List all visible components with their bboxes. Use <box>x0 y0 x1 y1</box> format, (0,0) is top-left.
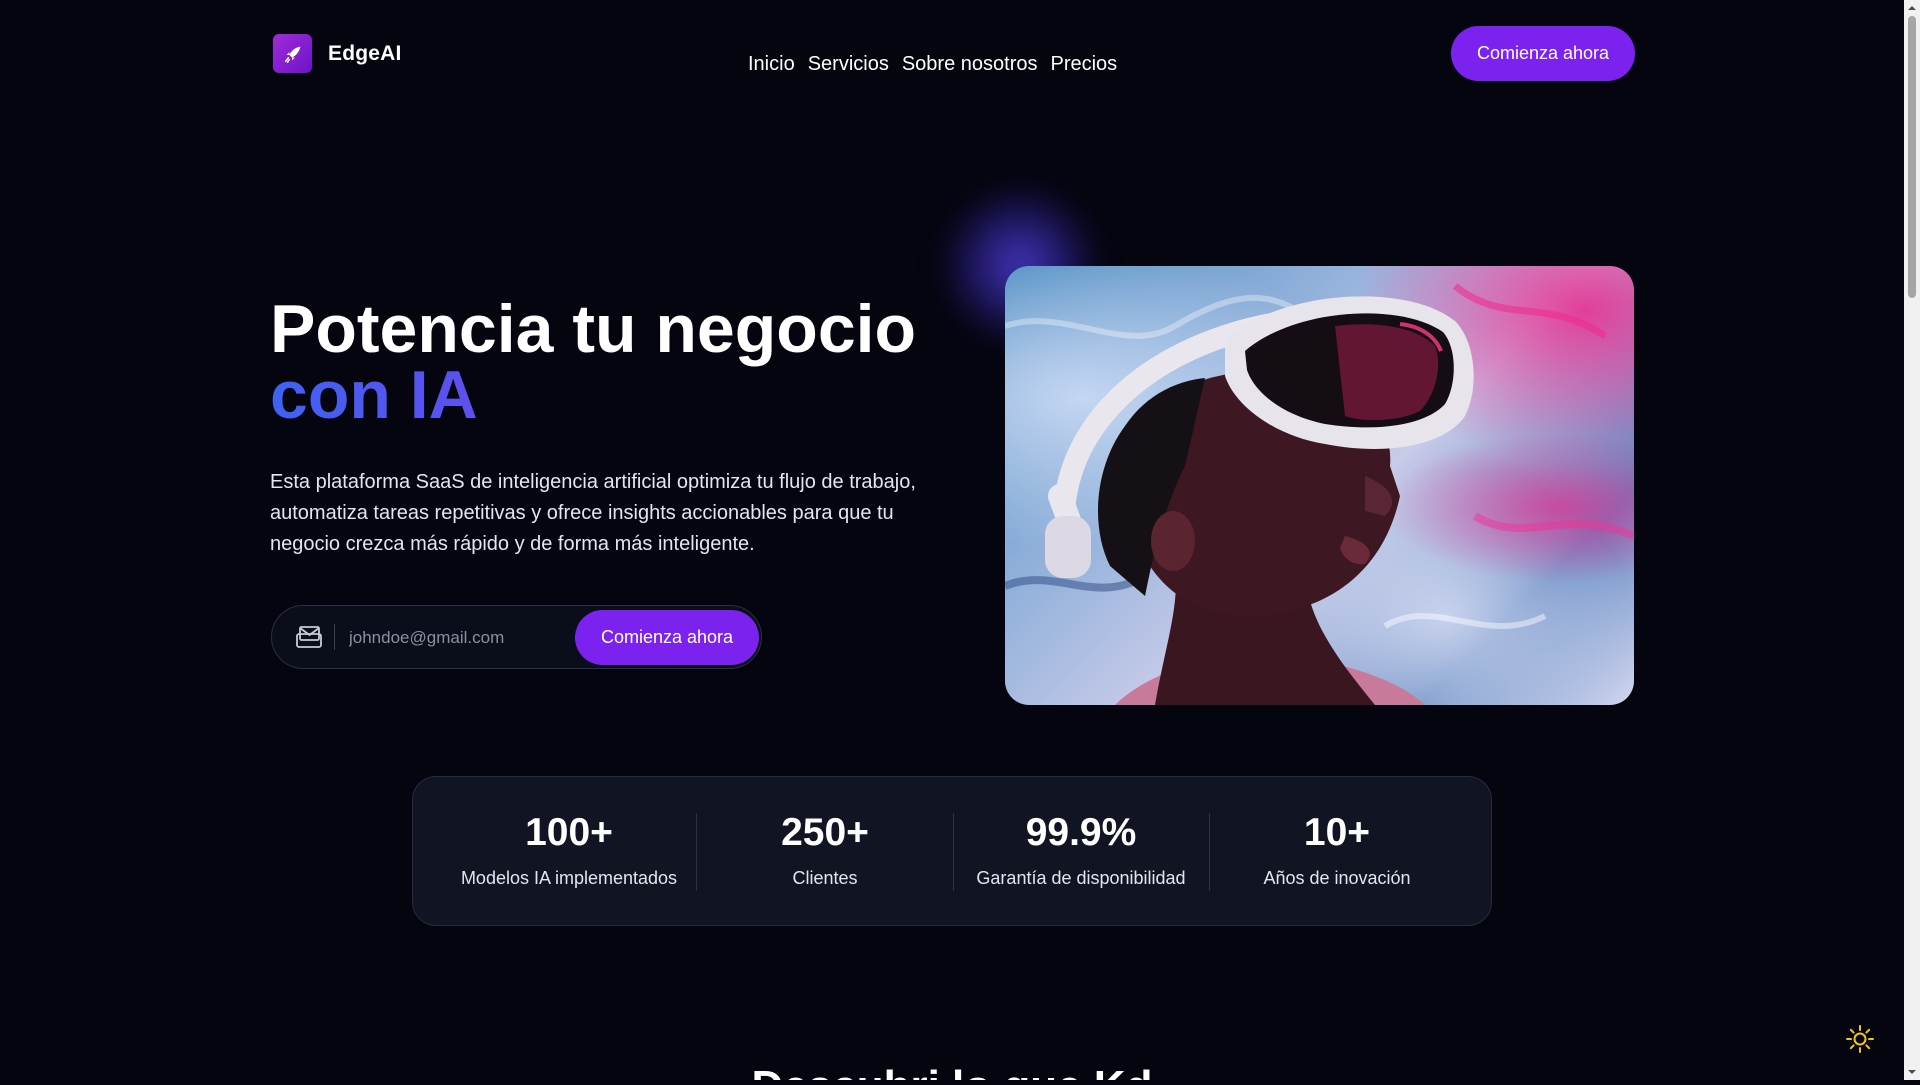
scrollbar-thumb[interactable] <box>1908 16 1916 298</box>
email-signup-form: Comienza ahora <box>271 605 762 669</box>
stat-label: Años de inovación <box>1263 868 1411 888</box>
stat-value: 10+ <box>1303 811 1371 854</box>
hero-description: Esta plataforma SaaS de inteligencia art… <box>270 471 916 555</box>
signup-cta-button[interactable]: Comienza ahora <box>575 610 759 665</box>
stat-label: Garantía de disponibilidad <box>976 868 1186 888</box>
hero-title-accent: con IA <box>270 361 916 429</box>
hero-title-line1: Potencia tu negocio <box>270 291 917 367</box>
hero-vr-image <box>1005 266 1634 705</box>
email-input[interactable] <box>347 620 541 656</box>
stat-clients: 250+ Clientes <box>697 777 953 927</box>
nav-item-servicios[interactable]: Servicios <box>808 53 889 76</box>
stat-uptime: 99.9% Garantía de disponibilidad <box>953 777 1209 927</box>
nav-item-sobre-nosotros[interactable]: Sobre nosotros <box>902 53 1038 76</box>
stat-value: 99.9% <box>1025 811 1137 854</box>
stat-value: 250+ <box>781 811 869 854</box>
nav-item-inicio[interactable]: Inicio <box>748 53 795 76</box>
input-divider <box>334 624 335 650</box>
hero-title: Potencia tu negocio con IA <box>270 295 916 429</box>
brand-name: EdgeAI <box>328 41 402 65</box>
stat-label: Clientes <box>792 868 858 888</box>
landing-page: EdgeAI Inicio Servicios Sobre nosotros P… <box>0 0 1904 1080</box>
brand-logo[interactable]: EdgeAI <box>273 34 402 73</box>
stat-years: 10+ Años de inovación <box>1209 777 1465 927</box>
mail-icon <box>296 626 322 648</box>
sun-icon[interactable] <box>1845 1024 1875 1054</box>
stats-panel: 100+ Modelos IA implementados 250+ Clien… <box>412 776 1492 926</box>
scroll-up-arrow-icon[interactable] <box>1904 0 1920 16</box>
page-scrollbar[interactable] <box>1904 0 1920 1080</box>
next-section-heading: Descubri lo que Kd <box>0 1062 1904 1080</box>
rocket-icon <box>273 34 312 73</box>
header-cta-button[interactable]: Comienza ahora <box>1451 26 1635 81</box>
main-nav: Inicio Servicios Sobre nosotros Precios <box>748 53 1117 76</box>
stat-value: 100+ <box>525 811 613 854</box>
nav-item-precios[interactable]: Precios <box>1050 53 1117 76</box>
stat-label: Modelos IA implementados <box>460 868 678 888</box>
stat-models: 100+ Modelos IA implementados <box>441 777 697 927</box>
scroll-down-arrow-icon[interactable] <box>1904 1064 1920 1080</box>
